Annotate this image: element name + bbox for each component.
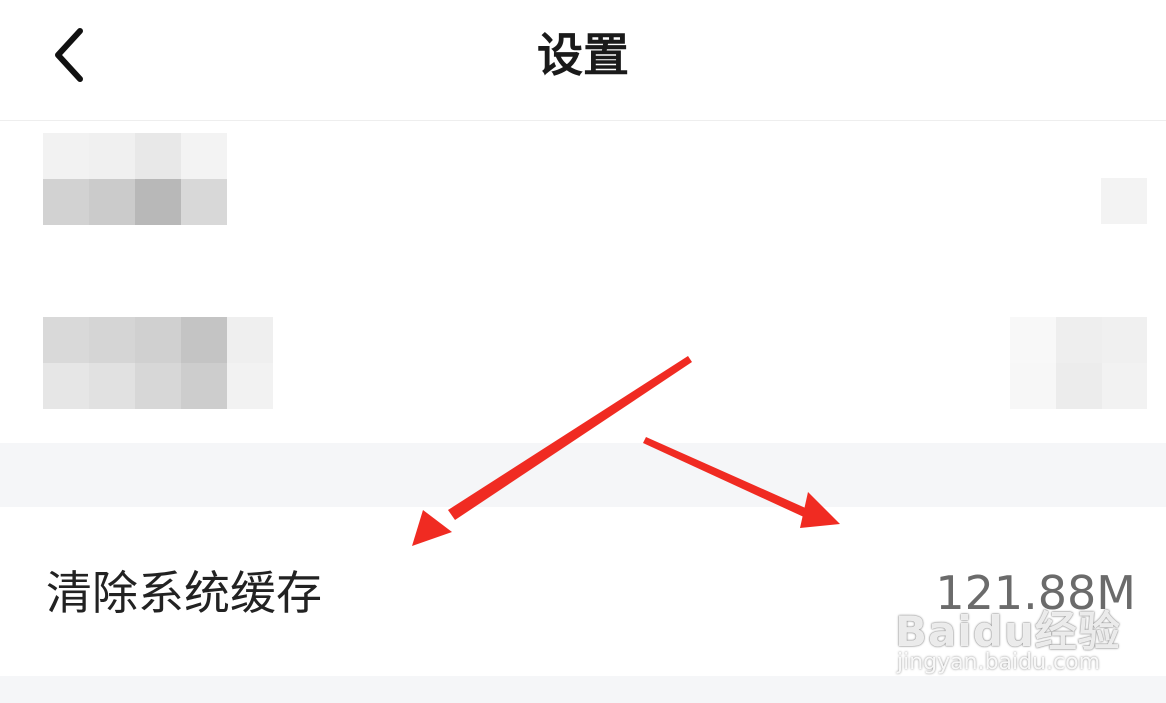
navigation-bar: 设置 [0,0,1166,121]
page-title: 设置 [537,28,629,82]
section-divider [0,676,1166,703]
cache-size-value: 121.88M [935,566,1136,620]
section-divider [0,443,1166,507]
clear-cache-label: 清除系统缓存 [46,566,322,620]
blurred-value [1010,317,1147,409]
settings-row-blurred-1[interactable] [0,121,1166,271]
blurred-label [43,317,273,409]
settings-row-blurred-2[interactable] [0,295,1166,443]
settings-page: 设置 清除系统缓存 121.88M Baidu经验 jingyan.baidu.… [0,0,1166,703]
blurred-label [43,133,227,225]
blurred-value [1101,178,1147,224]
